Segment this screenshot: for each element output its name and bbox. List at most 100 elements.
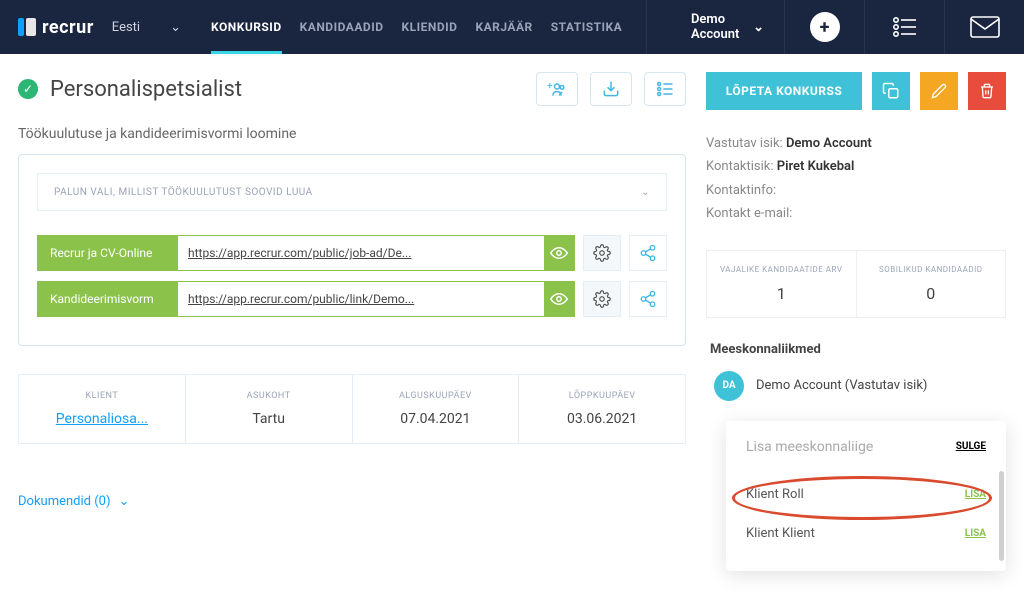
edit-button[interactable] — [920, 72, 958, 110]
nav-item-statistika[interactable]: STATISTIKA — [551, 0, 623, 54]
nav-label: KANDIDAADID — [300, 20, 384, 34]
popup-row-label: Klient Klient — [746, 526, 815, 541]
nav-separator — [646, 0, 647, 54]
stat-label: VAJALIKE KANDIDAATIDE ARV — [711, 265, 852, 274]
title-actions: + — [536, 72, 686, 106]
page-title: Personalispetsialist — [50, 77, 242, 102]
info-cell-klient: KLIENT Personaliosa... — [19, 375, 186, 443]
info-cell-asukoht: ASUKOHT Tartu — [186, 375, 353, 443]
eye-icon — [550, 292, 568, 306]
link-pair: Recrur ja CV-Online https://app.recrur.c… — [37, 235, 575, 271]
brand-label: recrur — [42, 17, 94, 38]
envelope-icon — [970, 16, 1000, 38]
field-value: Demo Account — [786, 136, 872, 151]
gear-icon — [593, 290, 611, 308]
view-list-button[interactable] — [644, 72, 686, 106]
preview-button[interactable] — [544, 236, 574, 270]
button-label: LÕPETA KONKURSS — [726, 84, 843, 98]
select-placeholder: PALUN VALI, MILLIST TÖÖKUULUTUST SOOVID … — [54, 187, 313, 198]
account-menu[interactable]: Demo Account ⌄ — [671, 12, 784, 42]
member-name: Demo Account (Vastutav isik) — [756, 378, 927, 393]
nav-label: STATISTIKA — [551, 20, 623, 34]
info-grid: KLIENT Personaliosa... ASUKOHT Tartu ALG… — [18, 374, 686, 444]
export-button[interactable] — [590, 72, 632, 106]
share-button[interactable] — [629, 235, 667, 271]
info-label: ASUKOHT — [194, 391, 344, 401]
links-panel: PALUN VALI, MILLIST TÖÖKUULUTUST SOOVID … — [18, 154, 686, 346]
stat-suitable: SOBILIKUD KANDIDAADID 0 — [857, 251, 1006, 317]
list-icon — [892, 16, 918, 38]
info-value-klient[interactable]: Personaliosa... — [27, 411, 177, 427]
download-tray-icon — [601, 79, 621, 99]
settings-button[interactable] — [583, 281, 621, 317]
link-label: Recrur ja CV-Online — [38, 236, 178, 270]
section-heading: Töökuulutuse ja kandideerimisvormi loomi… — [18, 126, 686, 142]
field-value: Piret Kukebal — [777, 159, 855, 174]
job-ad-type-select[interactable]: PALUN VALI, MILLIST TÖÖKUULUTUST SOOVID … — [37, 173, 667, 211]
svg-text:+: + — [547, 81, 553, 92]
plus-icon: + — [810, 12, 840, 42]
nav-item-kliendid[interactable]: KLIENDID — [402, 0, 458, 54]
info-value: Tartu — [194, 411, 344, 427]
main-column: ✓ Personalispetsialist + — [18, 72, 686, 571]
info-label: ALGUSKUUPÄEV — [361, 391, 511, 401]
stat-value: 1 — [711, 284, 852, 303]
scrollbar[interactable] — [999, 471, 1004, 561]
settings-button[interactable] — [583, 235, 621, 271]
link-label: Kandideerimisvorm — [38, 282, 178, 316]
account-name: Demo Account — [691, 12, 743, 42]
delete-button[interactable] — [968, 72, 1006, 110]
team-member: DA Demo Account (Vastutav isik) — [706, 371, 1006, 401]
main-nav: KONKURSID KANDIDAADID KLIENDID KARJÄÄR S… — [211, 0, 622, 54]
popup-row-label: Klient Roll — [746, 487, 804, 502]
field-label: Kontakt e-mail: — [706, 206, 792, 221]
link-url[interactable]: https://app.recrur.com/public/link/Demo.… — [178, 282, 544, 316]
info-label: KLIENT — [27, 391, 177, 401]
side-info: Vastutav isik: Demo Account Kontaktisik:… — [706, 132, 1006, 226]
stat-label: SOBILIKUD KANDIDAADID — [861, 265, 1002, 274]
side-column: LÕPETA KONKURSS Vastutav isik: Demo Acco… — [706, 72, 1006, 571]
popup-title: Lisa meeskonnaliige — [746, 439, 873, 455]
status-check-icon: ✓ — [18, 79, 38, 99]
link-row: Kandideerimisvorm https://app.recrur.com… — [37, 281, 667, 317]
field-label: Kontaktisik: — [706, 159, 774, 174]
tasks-button[interactable] — [864, 0, 944, 54]
right-action-bar: LÕPETA KONKURSS — [706, 72, 1006, 110]
info-label: LÕPPKUUPÄEV — [527, 391, 677, 401]
share-icon — [639, 290, 657, 308]
copy-button[interactable] — [872, 72, 910, 110]
chevron-down-icon: ⌄ — [170, 20, 181, 35]
language-selector[interactable]: Eesti ⌄ — [112, 20, 211, 35]
link-url[interactable]: https://app.recrur.com/public/job-ad/De.… — [178, 236, 544, 270]
nav-label: KARJÄÄR — [475, 20, 532, 34]
documents-label: Dokumendid (0) — [18, 494, 111, 509]
preview-button[interactable] — [544, 282, 574, 316]
info-value: 07.04.2021 — [361, 411, 511, 427]
nav-item-karjaar[interactable]: KARJÄÄR — [475, 0, 532, 54]
end-competition-button[interactable]: LÕPETA KONKURSS — [706, 72, 862, 110]
link-pair: Kandideerimisvorm https://app.recrur.com… — [37, 281, 575, 317]
share-icon — [639, 244, 657, 262]
popup-row[interactable]: Klient Roll LISA — [746, 475, 986, 514]
mail-button[interactable] — [944, 0, 1024, 54]
popup-row[interactable]: Klient Klient LISA — [746, 514, 986, 553]
documents-link[interactable]: Dokumendid (0) ⌄ — [18, 494, 686, 509]
share-button[interactable] — [629, 281, 667, 317]
popup-add-button[interactable]: LISA — [965, 528, 986, 539]
chevron-down-icon: ⌄ — [119, 494, 130, 509]
logo[interactable]: recrur — [0, 17, 112, 38]
nav-item-konkursid[interactable]: KONKURSID — [211, 0, 282, 54]
chevron-down-icon: ⌄ — [641, 187, 650, 198]
list-check-icon — [655, 79, 675, 99]
popup-close-button[interactable]: SULGE — [956, 441, 986, 452]
field-label: Kontaktinfo: — [706, 183, 776, 198]
popup-add-button[interactable]: LISA — [965, 489, 986, 500]
nav-item-kandidaadid[interactable]: KANDIDAADID — [300, 0, 384, 54]
pencil-icon — [931, 83, 947, 99]
topbar: recrur Eesti ⌄ KONKURSID KANDIDAADID KLI… — [0, 0, 1024, 54]
add-button[interactable]: + — [784, 0, 864, 54]
add-candidates-button[interactable]: + — [536, 72, 578, 106]
title-bar: ✓ Personalispetsialist + — [18, 72, 686, 106]
link-row: Recrur ja CV-Online https://app.recrur.c… — [37, 235, 667, 271]
team-heading: Meeskonnaliikmed — [706, 342, 1006, 357]
